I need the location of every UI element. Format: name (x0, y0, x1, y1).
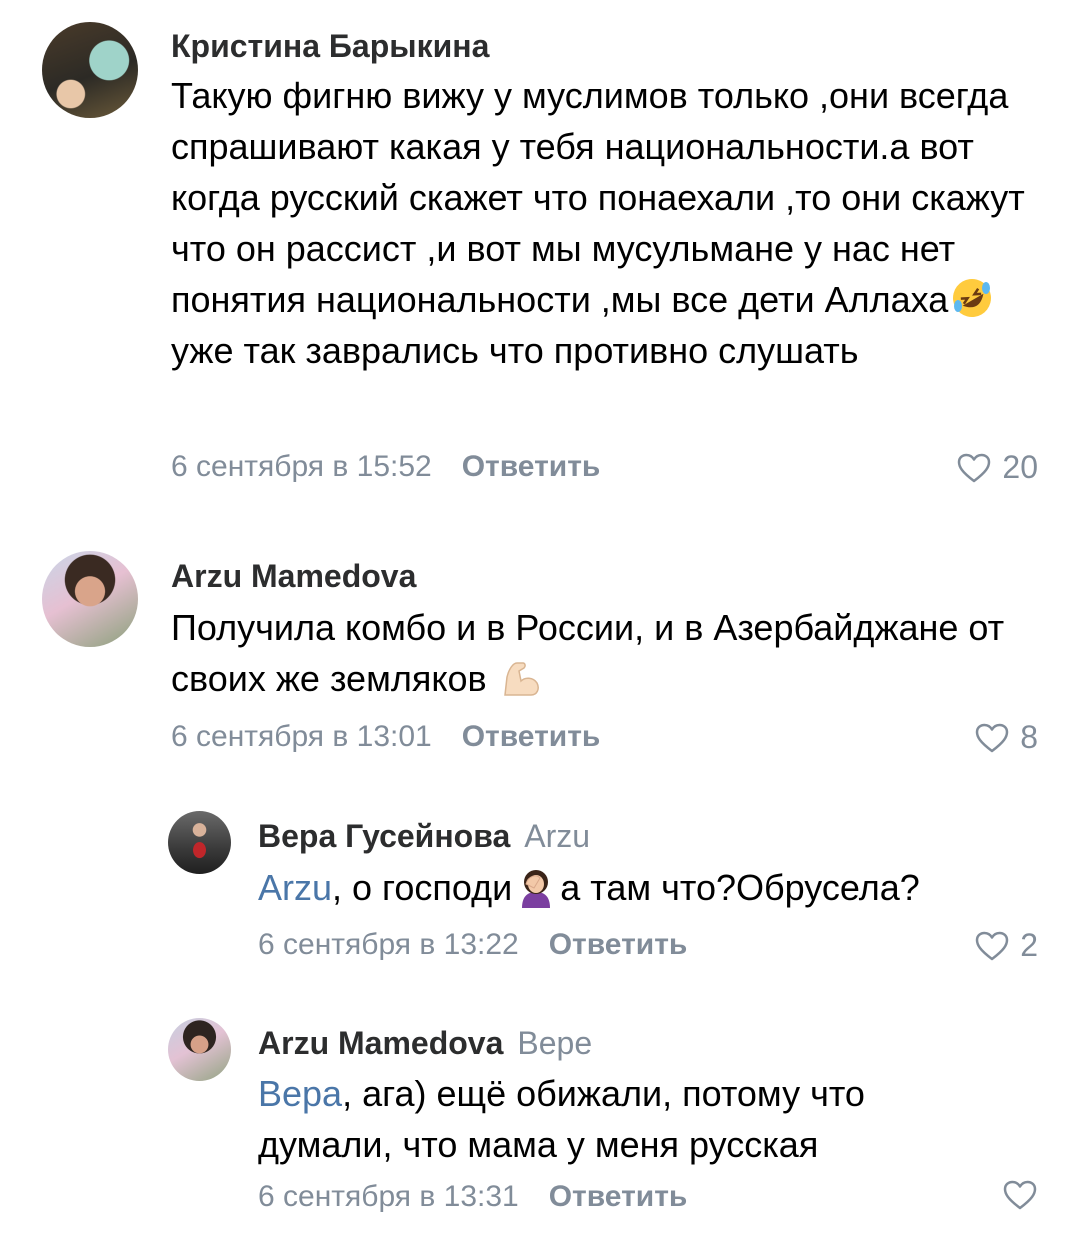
author-name[interactable]: Arzu Mamedova (258, 1025, 503, 1061)
reply-to[interactable]: Вере (517, 1025, 592, 1061)
comment-text-part: Получила комбо и в России, и в Азербайдж… (171, 607, 1005, 699)
like-button[interactable]: 2 (974, 927, 1038, 964)
reply-to[interactable]: Arzu (524, 818, 590, 854)
reply-button[interactable]: Ответить (549, 1180, 688, 1213)
comment-text-part: а там что?Обрусела? (560, 867, 920, 908)
mention-link[interactable]: Вера (258, 1073, 342, 1114)
avatar[interactable] (42, 22, 138, 118)
comment-meta: 6 сентября в 13:22 Ответить (258, 928, 687, 962)
comment-text: Получила комбо и в России, и в Азербайдж… (171, 602, 1051, 704)
comment-date[interactable]: 6 сентября в 15:52 (171, 450, 432, 483)
reply-button[interactable]: Ответить (549, 928, 688, 961)
comment: Кристина Барыкина Такую фигню вижу у мус… (0, 0, 1080, 520)
heart-icon (975, 931, 1009, 960)
comment-date[interactable]: 6 сентября в 13:31 (258, 1180, 519, 1213)
comment-text: Вера, ага) ещё обижали, потому что думал… (258, 1068, 958, 1170)
reply-button[interactable]: Ответить (462, 450, 601, 483)
like-count: 2 (1020, 927, 1038, 963)
comment-author[interactable]: Arzu Mamedova (171, 558, 416, 595)
comment-author[interactable]: Кристина Барыкина (171, 28, 489, 65)
comment-text-part: , о господи (332, 867, 513, 908)
avatar[interactable] (168, 1018, 231, 1081)
heart-icon (1003, 1180, 1037, 1210)
like-count: 20 (1002, 449, 1038, 485)
reply-button[interactable]: Ответить (462, 720, 601, 753)
comment-text: Такую фигню вижу у муслимов только ,они … (171, 70, 1051, 376)
avatar[interactable] (168, 811, 231, 874)
comment-meta: 6 сентября в 13:01 Ответить (171, 720, 600, 754)
heart-icon (958, 453, 991, 482)
comment-author[interactable]: Вера Гусейнова Arzu (258, 818, 590, 855)
reply-comment: Вера Гусейнова Arzu Arzu, о господи а там … (0, 790, 1080, 1000)
like-count: 8 (1020, 719, 1038, 755)
like-button[interactable]: 8 (974, 719, 1038, 756)
like-button[interactable]: 20 (956, 449, 1038, 486)
comment-meta: 6 сентября в 13:31 Ответить (258, 1180, 687, 1214)
comment-text-part: уже так заврались что противно слушать (171, 330, 859, 371)
comment-meta: 6 сентября в 15:52 Ответить (171, 450, 600, 484)
comment-date[interactable]: 6 сентября в 13:22 (258, 928, 519, 961)
comment-text-part: Такую фигню вижу у муслимов только ,они … (171, 75, 1025, 320)
comment-text-part: , ага) ещё обижали, потому что думали, ч… (258, 1073, 865, 1165)
flexed-biceps-emoji (503, 662, 539, 696)
comment-date[interactable]: 6 сентября в 13:01 (171, 720, 432, 753)
comment-author[interactable]: Arzu Mamedova Вере (258, 1025, 592, 1062)
woman-facepalming-emoji (522, 870, 551, 908)
author-name[interactable]: Вера Гусейнова (258, 818, 510, 854)
rolling-on-floor-laughing-emoji (953, 279, 992, 317)
comment-text: Arzu, о господи а там что?Обрусела? (258, 862, 1048, 913)
reply-comment: Arzu Mamedova Вере Вера, ага) ещё обижали… (0, 1000, 1080, 1249)
avatar[interactable] (42, 551, 138, 647)
heart-icon (975, 723, 1009, 752)
like-button[interactable] (1002, 1179, 1038, 1211)
mention-link[interactable]: Arzu (258, 867, 332, 908)
comment: Arzu Mamedova Получила комбо и в России,… (0, 520, 1080, 790)
